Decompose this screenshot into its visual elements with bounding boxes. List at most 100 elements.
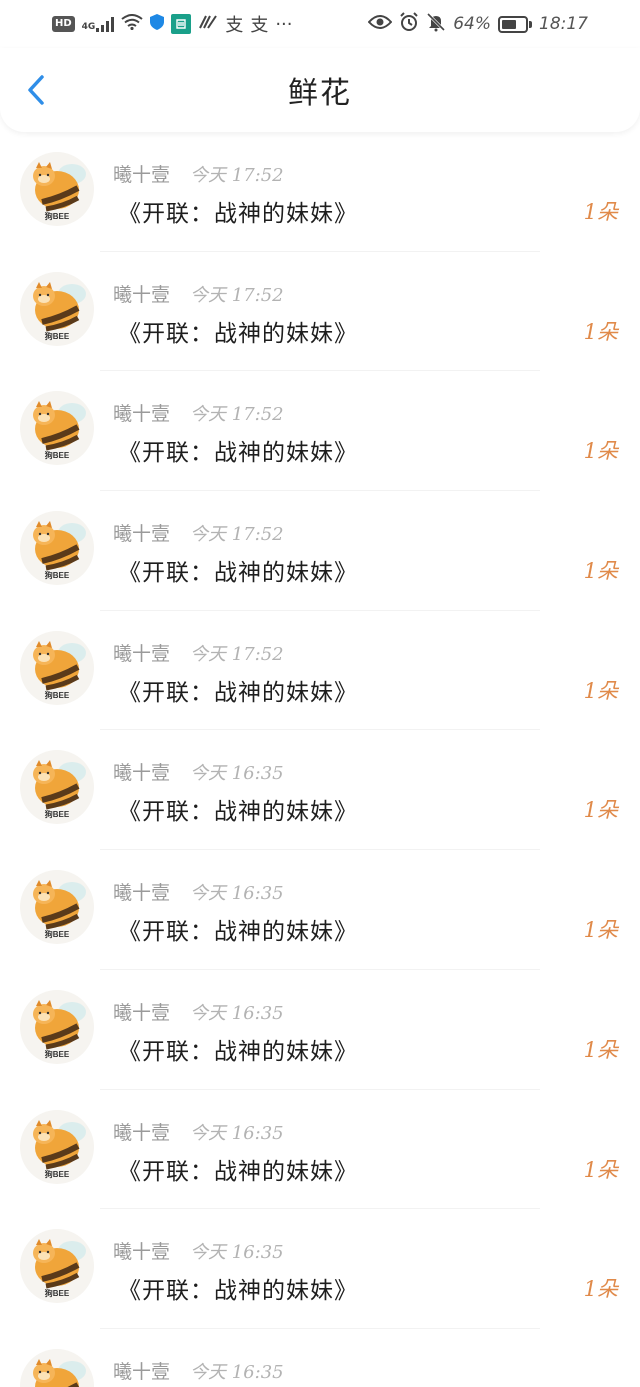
book-title: 《开联：战神的妹妹》 [118,799,358,826]
avatar[interactable]: 狗BEE [20,511,94,586]
avatar[interactable]: 狗BEE [20,750,94,825]
sender-name: 曦十壹 [113,762,171,785]
flower-count: 1朵 [583,200,618,224]
flower-count: 1朵 [583,439,618,464]
alipay-icon-a: 支 [225,15,244,36]
status-bar-left: HD 4G 支 支 ··· [52,11,293,37]
item-meta: 曦十壹 今天 16:35 [113,758,284,785]
avatar-caption: 狗BEE [44,1289,70,1299]
timestamp: 今天 17:52 [190,165,284,186]
timestamp: 今天 16:35 [190,1361,284,1383]
avatar-caption: 狗BEE [44,1049,70,1059]
more-notifications-icon: ··· [275,13,293,35]
flower-count: 1朵 [583,1157,618,1182]
avatar-caption: 狗BEE [44,810,70,820]
alipay-icon-b: 支 [250,15,269,36]
book-title: 《开联：战神的妹妹》 [118,1038,358,1065]
list-item[interactable]: 狗BEE 曦十壹 今天 16:35 《开联：战神的妹妹》 1朵 [0,850,640,970]
flower-count: 1朵 [583,319,618,344]
list-item[interactable]: 狗BEE 曦十壹 今天 17:52 《开联：战神的妹妹》 1朵 [0,611,640,731]
flower-count: 1朵 [583,559,618,584]
sender-name: 曦十壹 [113,642,171,665]
list-item[interactable]: 狗BEE 曦十壹 今天 17:52 《开联：战神的妹妹》 1朵 [0,252,640,372]
book-title: 《开联：战神的妹妹》 [118,1158,358,1185]
back-button[interactable] [20,74,52,106]
timestamp: 今天 16:35 [190,883,284,905]
flower-list: 狗BEE 曦十壹 今天 17:52 《开联：战神的妹妹》 1朵 狗BEE 曦十壹… [0,132,640,1387]
avatar[interactable]: 狗BEE [20,989,94,1064]
sender-name: 曦十壹 [113,1121,171,1144]
avatar[interactable]: 狗BEE [20,391,94,466]
chevron-left-icon [28,75,44,105]
list-item[interactable]: 狗BEE 曦十壹 今天 17:52 《开联：战神的妹妹》 1朵 [0,371,640,492]
book-title: 《开联：战神的妹妹》 [118,320,358,347]
timestamp: 今天 17:52 [190,524,284,546]
avatar-caption: 狗BEE [44,1169,70,1179]
bee-dog-avatar-icon [33,1358,86,1387]
header: 鲜花 [0,48,640,132]
list-item[interactable]: 狗BEE 曦十壹 今天 16:35 《开联：战神的妹妹》 1朵 [0,730,640,851]
avatar-caption: 狗BEE [44,331,70,341]
list-item[interactable]: 狗BEE 曦十壹 今天 16:35 《开联：战神的妹妹》 1朵 [0,1090,640,1210]
signal-icon: 4G [82,16,115,32]
list-item[interactable]: 狗BEE 曦十壹 今天 16:35 《开联：战神的妹妹》 1朵 [0,1209,640,1329]
eye-icon [367,14,393,35]
list-item[interactable]: 狗BEE 曦十壹今天 16:35 [0,1329,640,1387]
item-meta: 曦十壹 今天 17:52 [113,160,284,187]
book-title: 《开联：战神的妹妹》 [118,201,358,227]
timestamp: 今天 17:52 [190,284,284,306]
item-meta: 曦十壹 今天 16:35 [113,878,284,905]
sender-name: 曦十壹 [113,1360,171,1383]
book-title: 《开联：战神的妹妹》 [118,560,358,587]
list-item[interactable]: 狗BEE 曦十壹 今天 16:35 《开联：战神的妹妹》 1朵 [0,970,640,1090]
list-item[interactable]: 狗BEE 曦十壹 今天 17:52 《开联：战神的妹妹》 1朵 [0,132,640,252]
avatar[interactable]: 狗BEE [20,271,94,346]
battery-fill [502,19,517,29]
book-title: 《开联：战神的妹妹》 [118,440,358,467]
sender-name: 曦十壹 [113,882,171,905]
book-title: 《开联：战神的妹妹》 [118,919,358,946]
item-meta: 曦十壹 今天 16:35 [113,1357,284,1384]
sender-name: 曦十壹 [113,403,171,426]
mi-home-icon [171,14,192,34]
timestamp: 今天 16:35 [190,1002,284,1024]
book-title: 《开联：战神的妹妹》 [118,1278,358,1305]
status-bar: HD 4G 支 支 ··· 64% 18:17 [0,0,640,48]
timestamp: 今天 17:52 [190,643,284,665]
avatar[interactable]: 狗BEE [20,152,94,226]
sender-name: 曦十壹 [113,523,171,546]
avatar-caption: 狗BEE [44,571,70,581]
sender-name: 曦十壹 [113,164,171,186]
flower-count: 1朵 [583,798,618,823]
item-meta: 曦十壹 今天 16:35 [113,1237,284,1264]
avatar[interactable]: 狗BEE [20,1348,94,1387]
shield-icon [150,14,165,34]
avatar-caption: 狗BEE [44,212,70,221]
avatar-caption: 狗BEE [44,690,70,700]
avatar[interactable]: 狗BEE [20,1229,94,1304]
item-meta: 曦十壹 今天 17:52 [113,280,284,307]
avatar[interactable]: 狗BEE [20,1109,94,1184]
item-meta: 曦十壹 今天 16:35 [113,998,284,1025]
sender-name: 曦十壹 [113,283,171,306]
battery-percent: 64% [453,14,491,34]
alarm-icon [399,11,419,37]
timestamp: 今天 17:52 [190,404,284,426]
timestamp: 今天 16:35 [190,763,284,785]
flower-count: 1朵 [583,678,618,703]
avatar[interactable]: 狗BEE [20,870,94,945]
avatar[interactable]: 狗BEE [20,630,94,705]
sender-name: 曦十壹 [113,1241,171,1264]
hd-badge: HD [52,16,75,32]
avatar-caption: 狗BEE [44,930,70,940]
flower-count: 1朵 [583,1277,618,1302]
list-item[interactable]: 狗BEE 曦十壹 今天 17:52 《开联：战神的妹妹》 1朵 [0,491,640,611]
battery-icon [498,15,532,33]
timestamp: 今天 16:35 [190,1242,284,1264]
item-meta: 曦十壹 今天 16:35 [113,1118,284,1145]
flower-count: 1朵 [583,1037,618,1062]
page-title: 鲜花 [288,76,352,111]
item-meta: 曦十壹 今天 17:52 [113,399,284,426]
book-title: 《开联：战神的妹妹》 [118,679,358,706]
app-notification-icon [198,14,218,35]
